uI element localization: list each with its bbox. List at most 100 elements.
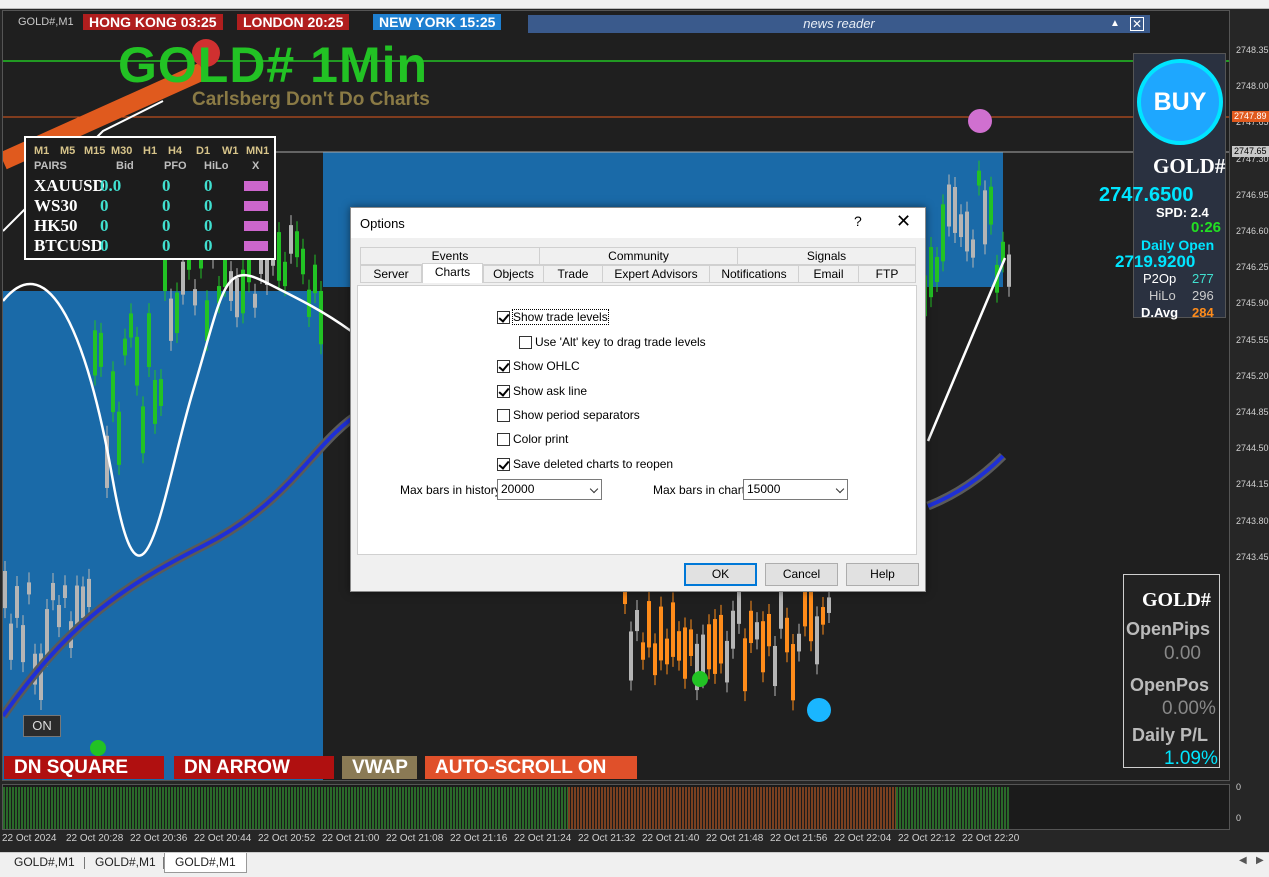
tab-server[interactable]: Server xyxy=(360,265,422,283)
news-reader-bar[interactable]: news reader ▲ ✕ xyxy=(528,15,1150,33)
histogram-bar xyxy=(625,787,627,829)
period-separators-checkbox[interactable]: Show period separators xyxy=(497,408,640,422)
histogram-bar xyxy=(896,787,898,829)
close-icon[interactable]: ✕ xyxy=(1130,17,1144,31)
histogram-bar xyxy=(243,787,245,829)
histogram-bar xyxy=(778,787,780,829)
tab-notifications[interactable]: Notifications xyxy=(709,265,799,283)
histogram-bar xyxy=(219,787,221,829)
histogram-bar xyxy=(706,787,708,829)
tab-signals[interactable]: Signals xyxy=(737,247,916,265)
tab-objects[interactable]: Objects xyxy=(483,265,544,283)
histogram-bar xyxy=(315,787,317,829)
histogram-bar xyxy=(911,787,913,829)
pair-pfo-value: 0 xyxy=(162,216,171,235)
histogram-bar xyxy=(18,787,20,829)
pair-close-button[interactable] xyxy=(244,181,268,191)
tab-chart-1[interactable]: GOLD#,M1 xyxy=(4,853,85,873)
tf-m30[interactable]: M30 xyxy=(111,145,132,157)
dialog-titlebar[interactable] xyxy=(351,208,925,238)
pair-name[interactable]: WS30 xyxy=(34,196,77,216)
pair-name[interactable]: BTCUSD xyxy=(34,236,103,256)
histogram-bar xyxy=(531,787,533,829)
dn-arrow-button[interactable]: DN ARROW xyxy=(174,756,334,779)
histogram-bar xyxy=(968,787,970,829)
histogram-bar xyxy=(917,787,919,829)
histogram-bar xyxy=(814,787,816,829)
checkbox-box[interactable] xyxy=(497,432,510,446)
alt-drag-checkbox[interactable]: Use 'Alt' key to drag trade levels xyxy=(519,335,706,349)
ok-button[interactable]: OK xyxy=(684,563,757,586)
tf-w1[interactable]: W1 xyxy=(222,145,239,157)
tf-d1[interactable]: D1 xyxy=(196,145,210,157)
tf-m1[interactable]: M1 xyxy=(34,145,49,157)
histogram-bar xyxy=(516,787,518,829)
checkbox-box[interactable] xyxy=(497,384,510,398)
show-trade-levels-checkbox[interactable]: Show trade levels xyxy=(497,309,609,325)
pair-close-button[interactable] xyxy=(244,241,268,251)
tf-h1[interactable]: H1 xyxy=(143,145,157,157)
pair-name[interactable]: HK50 xyxy=(34,216,77,236)
collapse-icon[interactable]: ▲ xyxy=(1108,15,1122,33)
pair-close-button[interactable] xyxy=(244,221,268,231)
candle-body xyxy=(983,190,987,245)
indicator-subwindow[interactable] xyxy=(2,784,1230,830)
histogram-bar xyxy=(411,787,413,829)
tf-m5[interactable]: M5 xyxy=(60,145,75,157)
tf-mn1[interactable]: MN1 xyxy=(246,145,269,157)
time-axis[interactable]: 22 Oct 2024 22 Oct 20:28 22 Oct 20:36 22 Oc… xyxy=(2,830,1230,852)
hilo-label: HiLo xyxy=(1149,288,1176,303)
tab-expert-advisors[interactable]: Expert Advisors xyxy=(602,265,710,283)
color-print-checkbox[interactable]: Color print xyxy=(497,432,568,446)
tf-m15[interactable]: M15 xyxy=(84,145,105,157)
histogram-bar xyxy=(932,787,934,829)
max-bars-chart-select[interactable]: 15000 xyxy=(743,479,848,500)
help-button[interactable]: Help xyxy=(846,563,919,586)
histogram-bar xyxy=(399,787,401,829)
scroll-left-icon[interactable]: ◀ xyxy=(1239,855,1247,866)
cancel-button[interactable]: Cancel xyxy=(765,563,838,586)
tab-chart-3[interactable]: GOLD#,M1 xyxy=(164,853,247,873)
tab-email[interactable]: Email xyxy=(798,265,859,283)
histogram-bar xyxy=(607,787,609,829)
tf-h4[interactable]: H4 xyxy=(168,145,182,157)
candle-body xyxy=(725,640,729,683)
histogram-bar xyxy=(826,787,828,829)
pair-close-button[interactable] xyxy=(244,201,268,211)
tab-trade[interactable]: Trade xyxy=(543,265,603,283)
buy-button[interactable]: BUY xyxy=(1137,59,1223,145)
max-bars-history-select[interactable]: 20000 xyxy=(497,479,602,500)
checkbox-box[interactable] xyxy=(497,457,510,471)
help-icon[interactable]: ? xyxy=(854,213,862,229)
checkbox-box[interactable] xyxy=(497,310,510,324)
candle-body xyxy=(683,627,687,679)
checkbox-box[interactable] xyxy=(497,408,510,422)
time-tick-label: 22 Oct 21:16 xyxy=(450,833,508,844)
close-icon[interactable]: ✕ xyxy=(896,211,911,232)
checkbox-box[interactable] xyxy=(497,359,510,373)
tab-chart-2[interactable]: GOLD#,M1 xyxy=(85,853,166,873)
scroll-right-icon[interactable]: ▶ xyxy=(1256,855,1264,866)
show-ohlc-checkbox[interactable]: Show OHLC xyxy=(497,359,580,373)
histogram-bar xyxy=(546,787,548,829)
tab-charts[interactable]: Charts xyxy=(422,263,483,283)
vwap-button[interactable]: VWAP xyxy=(342,756,417,779)
price-axis[interactable]: 2748.35 2748.00 2747.65 2747.30 2746.95 2746.… xyxy=(1231,9,1269,853)
dn-square-button[interactable]: DN SQUARE xyxy=(4,756,164,779)
pair-pfo-value: 0 xyxy=(162,236,171,255)
histogram-bar xyxy=(504,787,506,829)
tab-ftp[interactable]: FTP xyxy=(858,265,916,283)
histogram-bar xyxy=(862,787,864,829)
histogram-bar xyxy=(6,787,8,829)
auto-scroll-button[interactable]: AUTO-SCROLL ON xyxy=(425,756,637,779)
on-toggle-button[interactable]: ON xyxy=(23,715,61,737)
histogram-bar xyxy=(829,787,831,829)
histogram-bar xyxy=(228,787,230,829)
save-deleted-charts-checkbox[interactable]: Save deleted charts to reopen xyxy=(497,457,673,471)
time-tick-label: 22 Oct 21:24 xyxy=(514,833,572,844)
tab-community[interactable]: Community xyxy=(539,247,738,265)
histogram-bar xyxy=(408,787,410,829)
show-ask-line-checkbox[interactable]: Show ask line xyxy=(497,384,587,398)
checkbox-box[interactable] xyxy=(519,335,532,349)
pair-name[interactable]: XAUUSD xyxy=(34,176,105,196)
